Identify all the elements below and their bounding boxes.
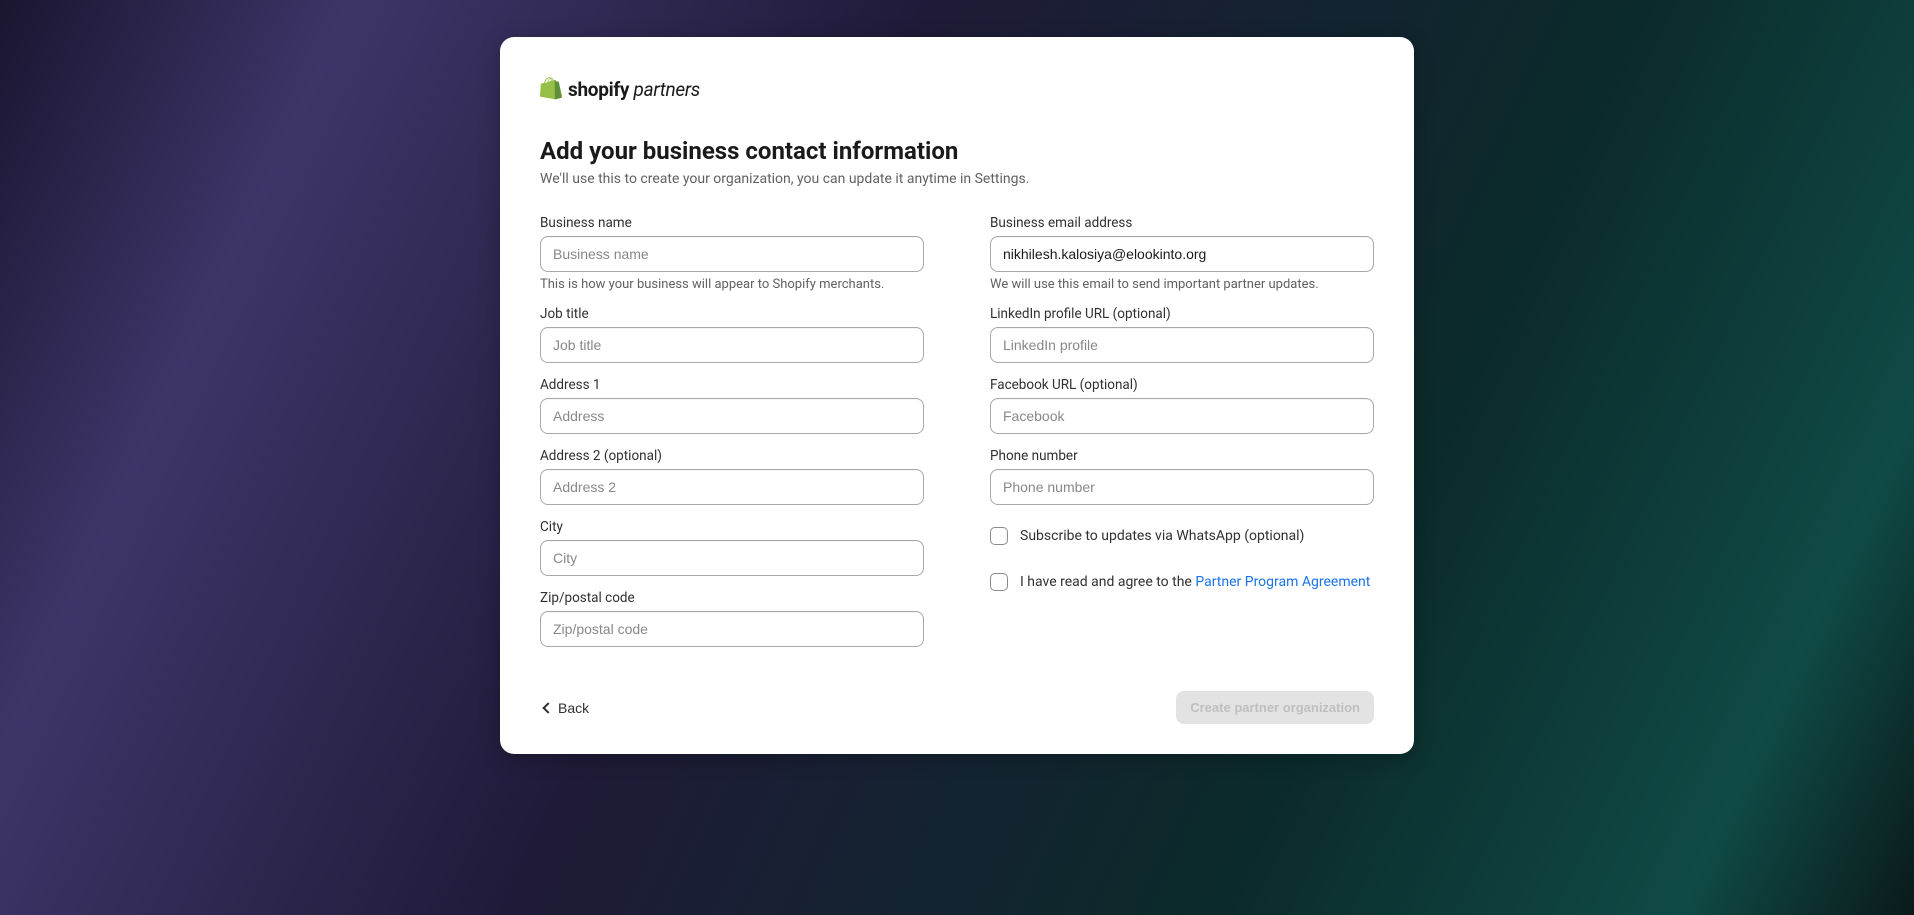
chevron-left-icon: [542, 702, 553, 713]
address1-field[interactable]: [540, 398, 924, 434]
logo-text: shopify partners: [568, 78, 700, 101]
email-label: Business email address: [990, 215, 1374, 231]
back-button-label: Back: [558, 700, 589, 716]
signup-card: shopify partners Add your business conta…: [500, 37, 1414, 754]
job-title-field[interactable]: [540, 327, 924, 363]
agreement-checkbox-label: I have read and agree to the Partner Pro…: [1020, 574, 1370, 590]
left-column: Business name This is how your business …: [540, 215, 924, 661]
phone-label: Phone number: [990, 448, 1374, 464]
whatsapp-checkbox-row: Subscribe to updates via WhatsApp (optio…: [990, 527, 1374, 545]
facebook-field[interactable]: [990, 398, 1374, 434]
footer-row: Back Create partner organization: [540, 691, 1374, 724]
zip-label: Zip/postal code: [540, 590, 924, 606]
business-name-field[interactable]: [540, 236, 924, 272]
facebook-label: Facebook URL (optional): [990, 377, 1374, 393]
job-title-label: Job title: [540, 306, 924, 322]
agreement-checkbox-row: I have read and agree to the Partner Pro…: [990, 573, 1374, 591]
business-name-label: Business name: [540, 215, 924, 231]
whatsapp-checkbox-label: Subscribe to updates via WhatsApp (optio…: [1020, 528, 1304, 544]
address2-field[interactable]: [540, 469, 924, 505]
shopify-bag-icon: [540, 77, 562, 101]
right-column: Business email address We will use this …: [990, 215, 1374, 661]
email-field[interactable]: [990, 236, 1374, 272]
form-columns: Business name This is how your business …: [540, 215, 1374, 661]
zip-field[interactable]: [540, 611, 924, 647]
shopify-partners-logo: shopify partners: [540, 77, 1374, 101]
back-button[interactable]: Back: [540, 694, 593, 722]
city-label: City: [540, 519, 924, 535]
linkedin-label: LinkedIn profile URL (optional): [990, 306, 1374, 322]
page-subtitle: We'll use this to create your organizati…: [540, 171, 1374, 187]
agreement-link[interactable]: Partner Program Agreement: [1195, 574, 1370, 590]
phone-field[interactable]: [990, 469, 1374, 505]
city-field[interactable]: [540, 540, 924, 576]
business-name-help: This is how your business will appear to…: [540, 277, 924, 292]
address1-label: Address 1: [540, 377, 924, 393]
address2-label: Address 2 (optional): [540, 448, 924, 464]
linkedin-field[interactable]: [990, 327, 1374, 363]
whatsapp-checkbox[interactable]: [990, 527, 1008, 545]
agreement-checkbox[interactable]: [990, 573, 1008, 591]
email-help: We will use this email to send important…: [990, 277, 1374, 292]
create-partner-organization-button[interactable]: Create partner organization: [1176, 691, 1374, 724]
page-title: Add your business contact information: [540, 137, 1374, 165]
